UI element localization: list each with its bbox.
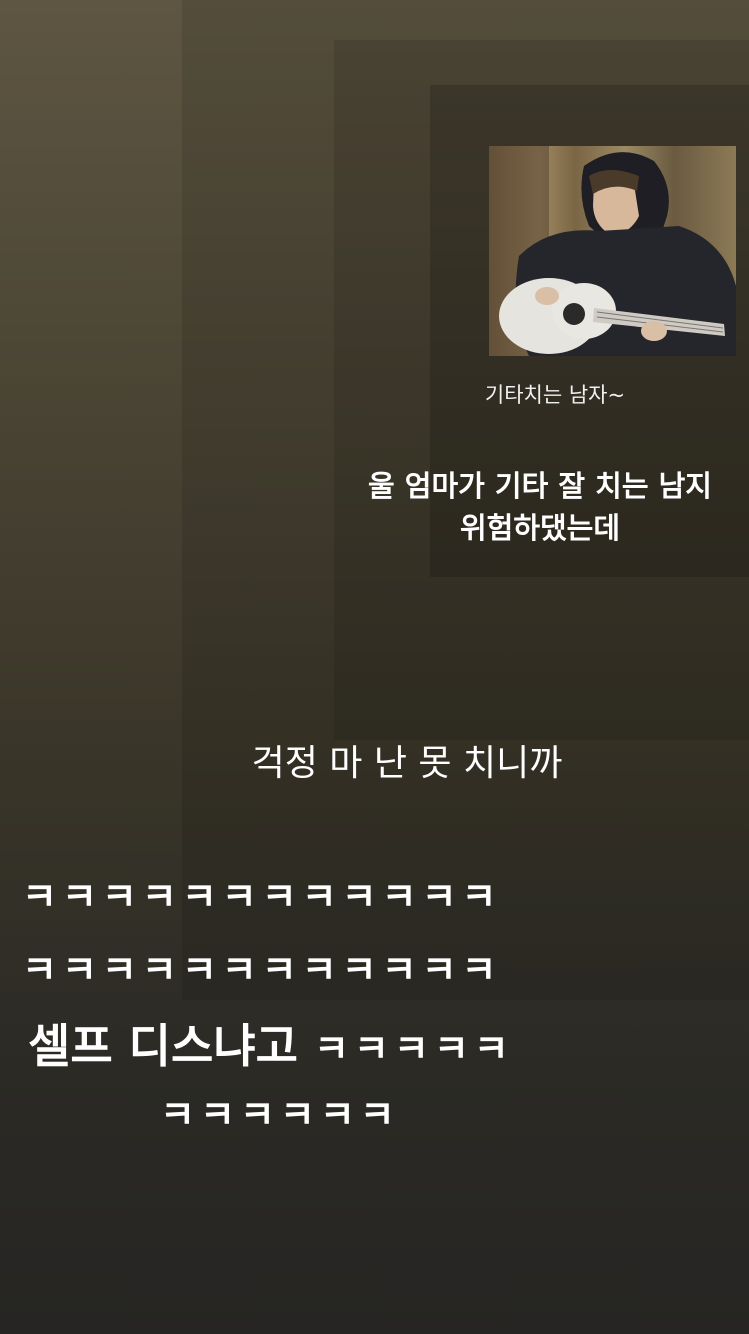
guitar-player-photo bbox=[489, 146, 736, 356]
laugh-text: ㅋㅋㅋㅋㅋ bbox=[313, 1027, 514, 1071]
message-line: 울 엄마가 기타 잘 치는 남지 bbox=[368, 469, 712, 503]
laugh-text: ㅋㅋㅋㅋㅋㅋㅋㅋㅋㅋㅋㅋ bbox=[22, 875, 502, 919]
person-playing-guitar-icon bbox=[489, 146, 736, 356]
self-diss-text: 셀프 디스냐고 ㅋㅋㅋㅋㅋ bbox=[28, 1010, 514, 1076]
reply-text: 걱정 마 난 못 치니까 bbox=[251, 743, 563, 784]
self-diss-label: 셀프 디스냐고 bbox=[28, 1019, 298, 1073]
message-text: 울 엄마가 기타 잘 치는 남지 위험하댔는데 bbox=[340, 465, 740, 549]
photo-caption: 기타치는 남자~ bbox=[484, 383, 626, 407]
message-line: 위험하댔는데 bbox=[459, 511, 621, 545]
laugh-text: ㅋㅋㅋㅋㅋㅋ bbox=[160, 1093, 400, 1137]
laugh-text: ㅋㅋㅋㅋㅋㅋㅋㅋㅋㅋㅋㅋ bbox=[22, 948, 502, 992]
